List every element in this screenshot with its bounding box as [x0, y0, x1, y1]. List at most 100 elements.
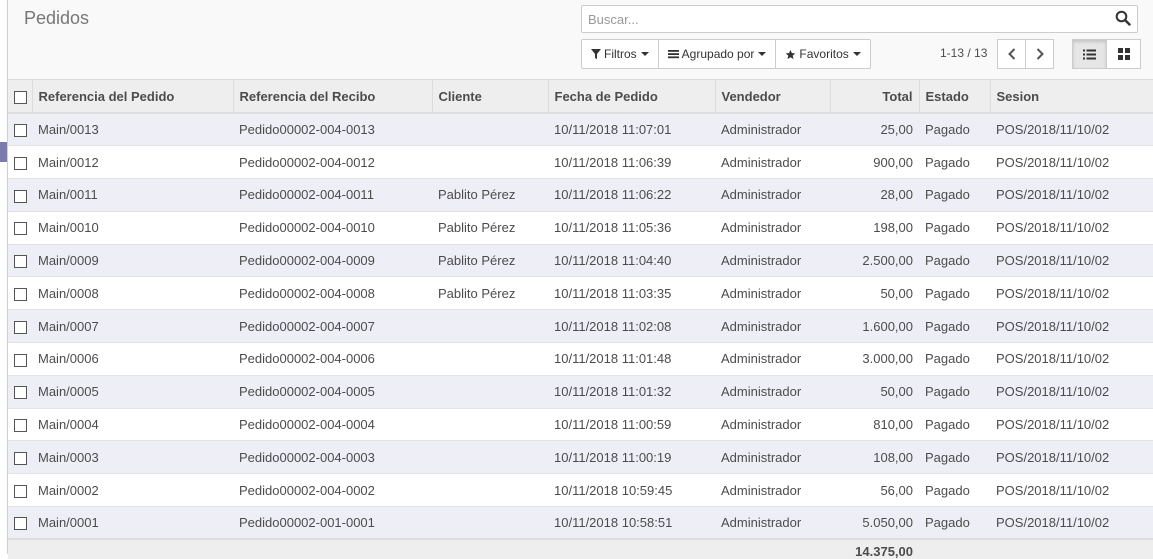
cell-salesperson: Administrador [715, 113, 830, 147]
header-customer[interactable]: Cliente [432, 80, 549, 114]
row-checkbox[interactable] [14, 255, 27, 269]
row-checkbox[interactable] [14, 451, 27, 465]
cell-customer [432, 440, 548, 475]
row-checkbox[interactable] [14, 320, 27, 334]
table-footer-row: 14.375,00 [8, 538, 1153, 559]
view-switcher [1072, 39, 1141, 69]
table-row[interactable]: Main/0010 Pedido00002-004-0010 Pablito Pér… [8, 211, 1153, 245]
cell-order-ref: Main/0003 [32, 440, 233, 475]
favorites-button[interactable]: Favoritos [775, 39, 871, 69]
cell-customer [432, 473, 548, 508]
search-input[interactable] [582, 6, 1102, 32]
row-checkbox-cell[interactable] [8, 440, 32, 475]
select-all-checkbox[interactable] [14, 90, 27, 104]
orders-table: Referencia del Pedido Referencia del Rec… [8, 80, 1153, 559]
row-checkbox-cell[interactable] [8, 309, 32, 344]
footer-total: 14.375,00 [830, 538, 919, 559]
cell-state: Pagado [919, 309, 990, 344]
cell-session: POS/2018/11/10/02 [990, 145, 1153, 180]
table-row[interactable]: Main/0011 Pedido00002-004-0011 Pablito Pér… [8, 178, 1153, 212]
kanban-view-button[interactable] [1106, 39, 1141, 69]
pager-next-button[interactable] [1025, 39, 1054, 69]
cell-session: POS/2018/11/10/02 [990, 375, 1153, 409]
cell-order-date: 10/11/2018 11:04:40 [548, 244, 715, 278]
row-checkbox-cell[interactable] [8, 473, 32, 508]
cell-state: Pagado [919, 440, 990, 475]
row-checkbox[interactable] [14, 353, 27, 367]
table-row[interactable]: Main/0003 Pedido00002-004-0003 10/11/2018 … [8, 440, 1153, 475]
table-row[interactable]: Main/0012 Pedido00002-004-0012 10/11/2018 … [8, 145, 1153, 180]
row-checkbox-cell[interactable] [8, 178, 32, 212]
left-accent-marker [0, 142, 7, 162]
cell-order-date: 10/11/2018 11:03:35 [548, 276, 715, 311]
cell-receipt-ref: Pedido00002-001-0001 [233, 506, 432, 540]
row-checkbox-cell[interactable] [8, 211, 32, 245]
search-box[interactable] [581, 5, 1138, 33]
row-checkbox-cell[interactable] [8, 244, 32, 278]
table-row[interactable]: Main/0006 Pedido00002-004-0006 10/11/2018 … [8, 342, 1153, 376]
filters-label: Filtros [604, 47, 637, 61]
row-checkbox[interactable] [14, 222, 27, 236]
row-checkbox-cell[interactable] [8, 408, 32, 442]
search-icon[interactable] [1115, 10, 1133, 28]
cell-salesperson: Administrador [715, 145, 830, 180]
header-receipt-ref[interactable]: Referencia del Recibo [233, 80, 433, 114]
cell-customer [432, 408, 548, 442]
cell-total: 810,00 [830, 408, 919, 442]
filters-button[interactable]: Filtros [581, 39, 659, 69]
header-order-date[interactable]: Fecha de Pedido [548, 80, 716, 114]
pager-previous-button[interactable] [997, 39, 1026, 69]
row-checkbox-cell[interactable] [8, 276, 32, 311]
cell-salesperson: Administrador [715, 178, 830, 212]
row-checkbox-cell[interactable] [8, 145, 32, 180]
header-order-ref[interactable]: Referencia del Pedido [32, 80, 234, 114]
cell-order-ref: Main/0005 [32, 375, 233, 409]
table-row[interactable]: Main/0007 Pedido00002-004-0007 10/11/2018 … [8, 309, 1153, 344]
table-row[interactable]: Main/0008 Pedido00002-004-0008 Pablito Pér… [8, 276, 1153, 311]
table-row[interactable]: Main/0005 Pedido00002-004-0005 10/11/2018 … [8, 375, 1153, 409]
select-all-checkbox-cell[interactable] [8, 80, 33, 114]
cell-order-ref: Main/0009 [32, 244, 233, 278]
header-state[interactable]: Estado [919, 80, 991, 114]
list-icon [1083, 49, 1096, 59]
table-row[interactable]: Main/0001 Pedido00002-001-0001 10/11/2018 … [8, 506, 1153, 540]
favorites-label: Favoritos [799, 47, 849, 61]
groupby-button[interactable]: Agrupado por [657, 39, 777, 69]
cell-state: Pagado [919, 473, 990, 508]
row-checkbox[interactable] [14, 287, 27, 301]
cell-total: 108,00 [830, 440, 919, 475]
row-checkbox[interactable] [14, 124, 27, 138]
header-session[interactable]: Sesion [990, 80, 1153, 114]
cell-session: POS/2018/11/10/02 [990, 276, 1153, 311]
pager-value[interactable]: 1-13 / 13 [940, 46, 987, 60]
control-panel: Pedidos Filtros Agrupado por [8, 0, 1153, 80]
cell-order-ref: Main/0004 [32, 408, 233, 442]
list-view-button[interactable] [1072, 39, 1107, 69]
row-checkbox-cell[interactable] [8, 506, 32, 540]
row-checkbox[interactable] [14, 156, 27, 170]
row-checkbox-cell[interactable] [8, 113, 32, 147]
row-checkbox-cell[interactable] [8, 375, 32, 409]
cell-order-date: 10/11/2018 11:06:22 [548, 178, 715, 212]
row-checkbox[interactable] [14, 189, 27, 203]
cell-receipt-ref: Pedido00002-004-0006 [233, 342, 432, 376]
cell-session: POS/2018/11/10/02 [990, 178, 1153, 212]
cell-receipt-ref: Pedido00002-004-0012 [233, 145, 432, 180]
table-row[interactable]: Main/0002 Pedido00002-004-0002 10/11/2018 … [8, 473, 1153, 508]
row-checkbox[interactable] [14, 386, 27, 400]
cell-customer [432, 145, 548, 180]
table-row[interactable]: Main/0004 Pedido00002-004-0004 10/11/2018 … [8, 408, 1153, 442]
cell-state: Pagado [919, 506, 990, 540]
row-checkbox[interactable] [14, 517, 27, 531]
table-row[interactable]: Main/0009 Pedido00002-004-0009 Pablito Pér… [8, 244, 1153, 278]
search-options: Filtros Agrupado por Favoritos [581, 39, 871, 69]
row-checkbox[interactable] [14, 484, 27, 498]
row-checkbox-cell[interactable] [8, 342, 32, 376]
table-row[interactable]: Main/0013 Pedido00002-004-0013 10/11/2018 … [8, 113, 1153, 147]
row-checkbox[interactable] [14, 419, 27, 433]
header-salesperson[interactable]: Vendedor [715, 80, 831, 114]
header-total[interactable]: Total [830, 80, 920, 114]
cell-session: POS/2018/11/10/02 [990, 211, 1153, 245]
cell-order-ref: Main/0012 [32, 145, 233, 180]
cell-customer: Pablito Pérez [432, 244, 548, 278]
